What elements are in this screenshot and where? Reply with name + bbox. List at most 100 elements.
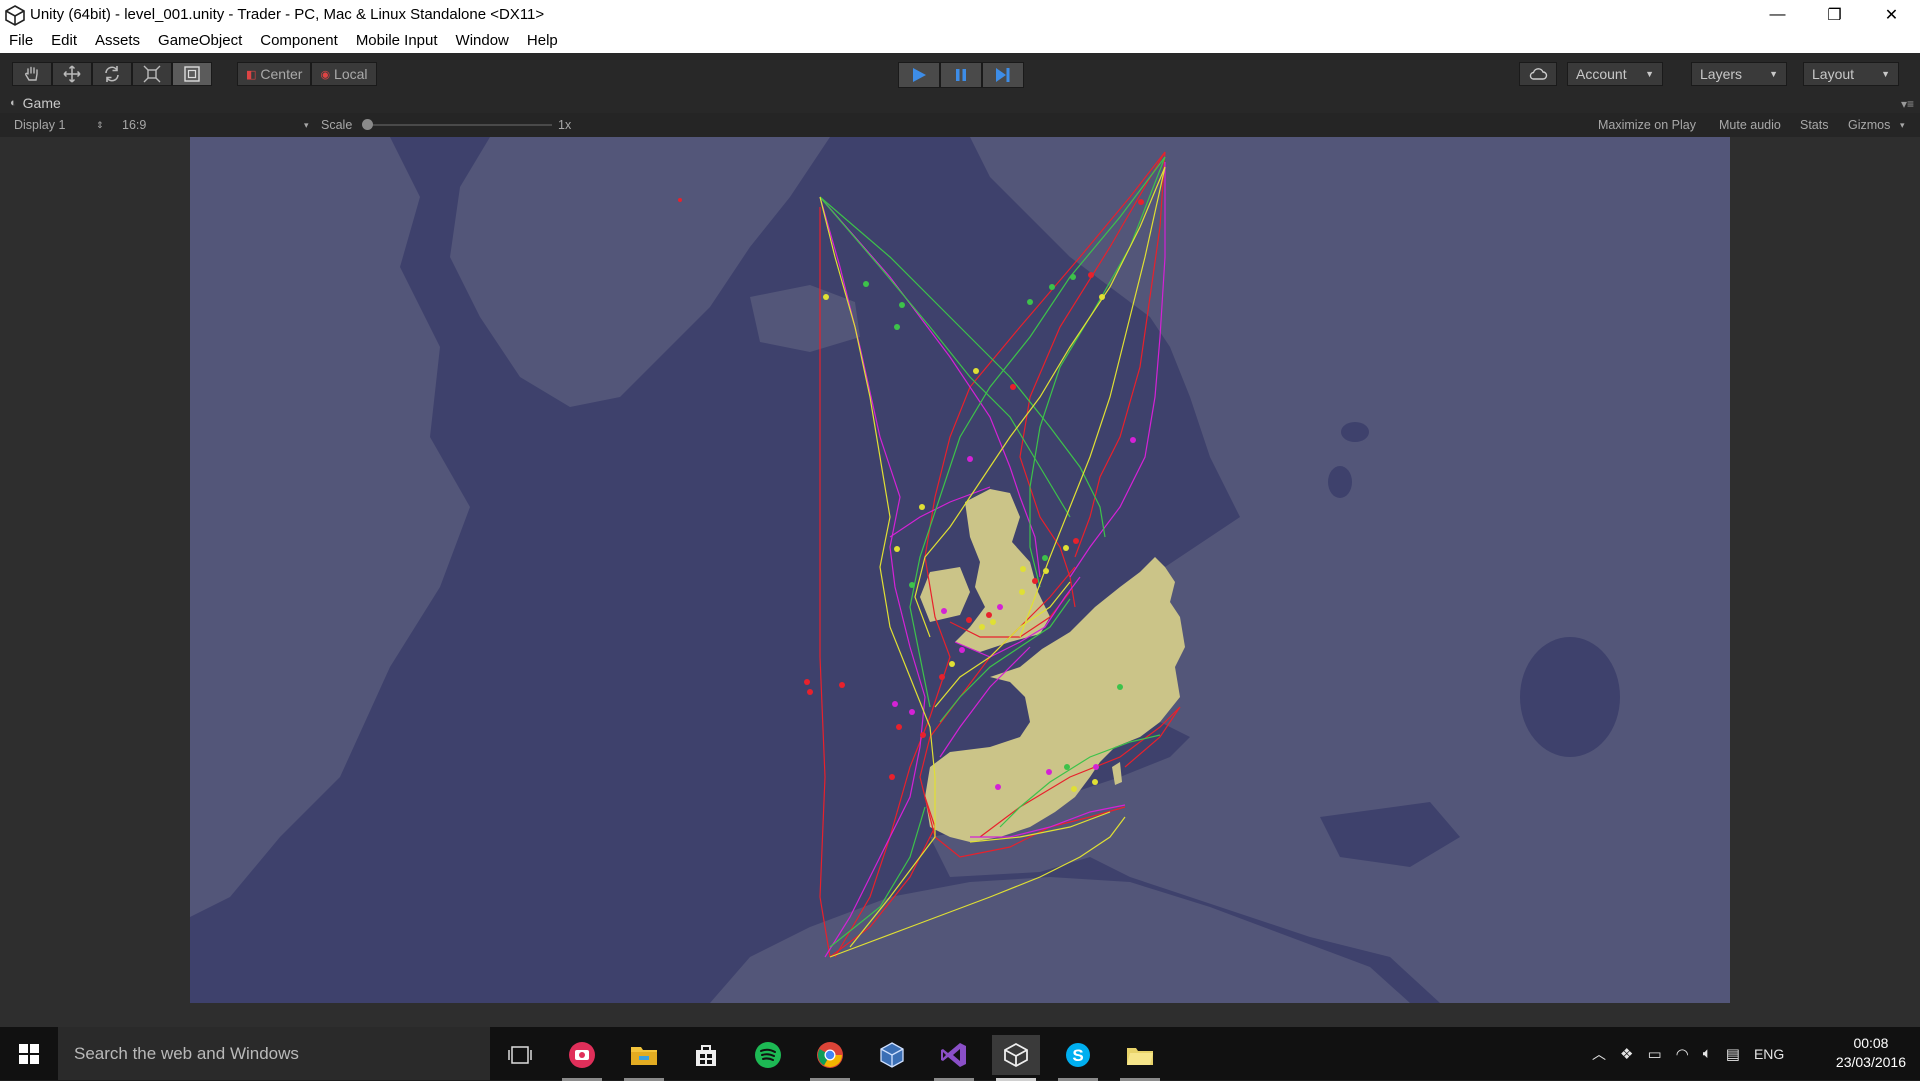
window-title: Unity (64bit) - level_001.unity - Trader… [30, 6, 545, 23]
pause-button[interactable] [940, 62, 982, 88]
show-hidden-icons-chevron-icon[interactable]: ︿ [1592, 1044, 1606, 1064]
scale-icon [143, 65, 161, 83]
menu-assets[interactable]: Assets [86, 29, 149, 53]
pivot-center-button[interactable]: ◧ Center [237, 62, 312, 86]
chevron-down-icon: ▼ [1881, 69, 1890, 79]
clock-time: 00:08 [1853, 1035, 1889, 1051]
tab-game[interactable]: ◐ Game [10, 95, 61, 111]
start-button[interactable] [0, 1027, 58, 1080]
taskbar-app-recorder[interactable] [558, 1035, 606, 1081]
hand-icon [25, 66, 38, 81]
trade-route-map [190, 137, 1730, 1003]
skype-icon: S [1066, 1043, 1090, 1067]
rect-tool-icon [184, 66, 200, 82]
menu-gameobject[interactable]: GameObject [149, 29, 251, 53]
playback-controls [898, 62, 1024, 88]
close-button[interactable]: ✕ [1863, 0, 1920, 29]
menu-mobile-input[interactable]: Mobile Input [347, 29, 447, 53]
step-icon [996, 68, 1010, 82]
battery-icon[interactable]: ▭ [1647, 1045, 1661, 1063]
game-viewport[interactable] [190, 137, 1730, 1003]
menu-bar: File Edit Assets GameObject Component Mo… [0, 29, 1920, 53]
panel-menu-icon[interactable]: ▾≡ [1901, 97, 1914, 111]
rect-tool-button[interactable] [172, 62, 212, 86]
taskbar-app-unity[interactable] [992, 1035, 1040, 1081]
account-label: Account [1576, 66, 1627, 82]
taskbar-app-store[interactable] [682, 1035, 730, 1075]
play-button[interactable] [898, 62, 940, 88]
title-bar: Unity (64bit) - level_001.unity - Trader… [0, 0, 1920, 29]
gizmos-chevron-icon: ▾ [1900, 120, 1905, 130]
step-button[interactable] [982, 62, 1024, 88]
menu-component[interactable]: Component [251, 29, 347, 53]
game-tab-bar: ◐ Game ▾≡ [0, 93, 1920, 113]
taskbar-app-folder[interactable] [1116, 1035, 1164, 1081]
taskbar-app-chrome[interactable] [806, 1035, 854, 1081]
aspect-select[interactable]: 16:9 [122, 118, 146, 132]
store-bag-icon [696, 1045, 716, 1066]
account-dropdown[interactable]: Account ▼ [1567, 62, 1663, 86]
pivot-local-label: Local [334, 66, 368, 82]
gizmos-dropdown[interactable]: Gizmos [1848, 118, 1890, 132]
menu-window[interactable]: Window [447, 29, 518, 53]
tab-game-label: Game [22, 95, 61, 111]
play-icon [913, 68, 926, 82]
restore-button[interactable]: ❐ [1806, 0, 1863, 29]
move-tool-button[interactable] [52, 62, 92, 86]
menu-edit[interactable]: Edit [42, 29, 86, 53]
system-tray: ︿ ❖ ▭ ◠ 🔈︎ ▤ ENG [1592, 1027, 1784, 1080]
pivot-local-button[interactable]: ◉ Local [311, 62, 377, 86]
taskbar-app-spotify[interactable] [744, 1035, 792, 1075]
folder-icon [1127, 1048, 1153, 1065]
pivot-toggles: ◧ Center ◉ Local [237, 62, 377, 86]
north-america-shape [190, 137, 470, 917]
taskbar-search-input[interactable]: Search the web and Windows [58, 1027, 490, 1080]
dropbox-icon[interactable]: ❖ [1620, 1045, 1633, 1063]
scale-value: 1x [558, 118, 572, 132]
taskbar-app-visual-studio[interactable] [930, 1035, 978, 1081]
game-pacman-icon: ◐ [10, 97, 17, 109]
scale-label: Scale [321, 118, 353, 132]
stats-toggle[interactable]: Stats [1800, 118, 1829, 132]
collab-cloud-button[interactable] [1519, 62, 1557, 86]
main-toolbar: ◧ Center ◉ Local Account ▼ Layers ▼ Layo… [0, 53, 1920, 93]
layout-dropdown[interactable]: Layout ▼ [1803, 62, 1899, 86]
greenland-shape [450, 137, 830, 407]
clock-date: 23/03/2016 [1835, 1054, 1906, 1070]
unity-icon [1004, 1042, 1028, 1068]
game-view-controls: Display 1 ⇕ 16:9 ▾ Scale 1x Maximize on … [0, 113, 1920, 137]
scale-tool-button[interactable] [132, 62, 172, 86]
file-explorer-icon [631, 1047, 657, 1065]
system-clock[interactable]: 00:08 23/03/2016 [1836, 1034, 1906, 1072]
menu-file[interactable]: File [0, 29, 42, 53]
rotate-tool-button[interactable] [92, 62, 132, 86]
task-view-icon [508, 1046, 532, 1064]
scale-slider-thumb[interactable] [362, 119, 373, 130]
minimize-button[interactable]: — [1749, 0, 1806, 29]
rotate-icon [105, 66, 119, 82]
volume-icon[interactable]: 🔈︎ [1703, 1045, 1712, 1062]
hand-tool-button[interactable] [12, 62, 52, 86]
windows-taskbar: Search the web and Windows S ︿ ❖ ▭ ◠ 🔈︎ … [0, 1027, 1920, 1081]
mute-audio-toggle[interactable]: Mute audio [1719, 118, 1781, 132]
scale-slider-track[interactable] [362, 124, 552, 126]
aspect-chevron-icon: ▾ [304, 120, 309, 130]
chevron-down-icon: ▼ [1769, 69, 1778, 79]
screen-recorder-icon [569, 1042, 595, 1068]
maximize-on-play-toggle[interactable]: Maximize on Play [1598, 118, 1696, 132]
pivot-icon: ◧ [246, 68, 257, 81]
layers-dropdown[interactable]: Layers ▼ [1691, 62, 1787, 86]
menu-help[interactable]: Help [518, 29, 567, 53]
right-toolbar: Account ▼ Layers ▼ Layout ▼ [1519, 62, 1899, 86]
3d-cube-icon [880, 1042, 904, 1068]
local-space-icon: ◉ [320, 68, 331, 81]
wifi-icon[interactable]: ◠ [1676, 1045, 1689, 1063]
action-center-icon[interactable]: ▤ [1726, 1045, 1740, 1063]
display-select[interactable]: Display 1 [14, 118, 65, 132]
task-view-button[interactable] [496, 1035, 544, 1075]
taskbar-app-skype[interactable]: S [1054, 1035, 1102, 1081]
taskbar-app-explorer[interactable] [620, 1035, 668, 1081]
language-indicator[interactable]: ENG [1754, 1046, 1784, 1062]
taskbar-app-cube[interactable] [868, 1035, 916, 1075]
eurasia-shape [930, 137, 1730, 1003]
